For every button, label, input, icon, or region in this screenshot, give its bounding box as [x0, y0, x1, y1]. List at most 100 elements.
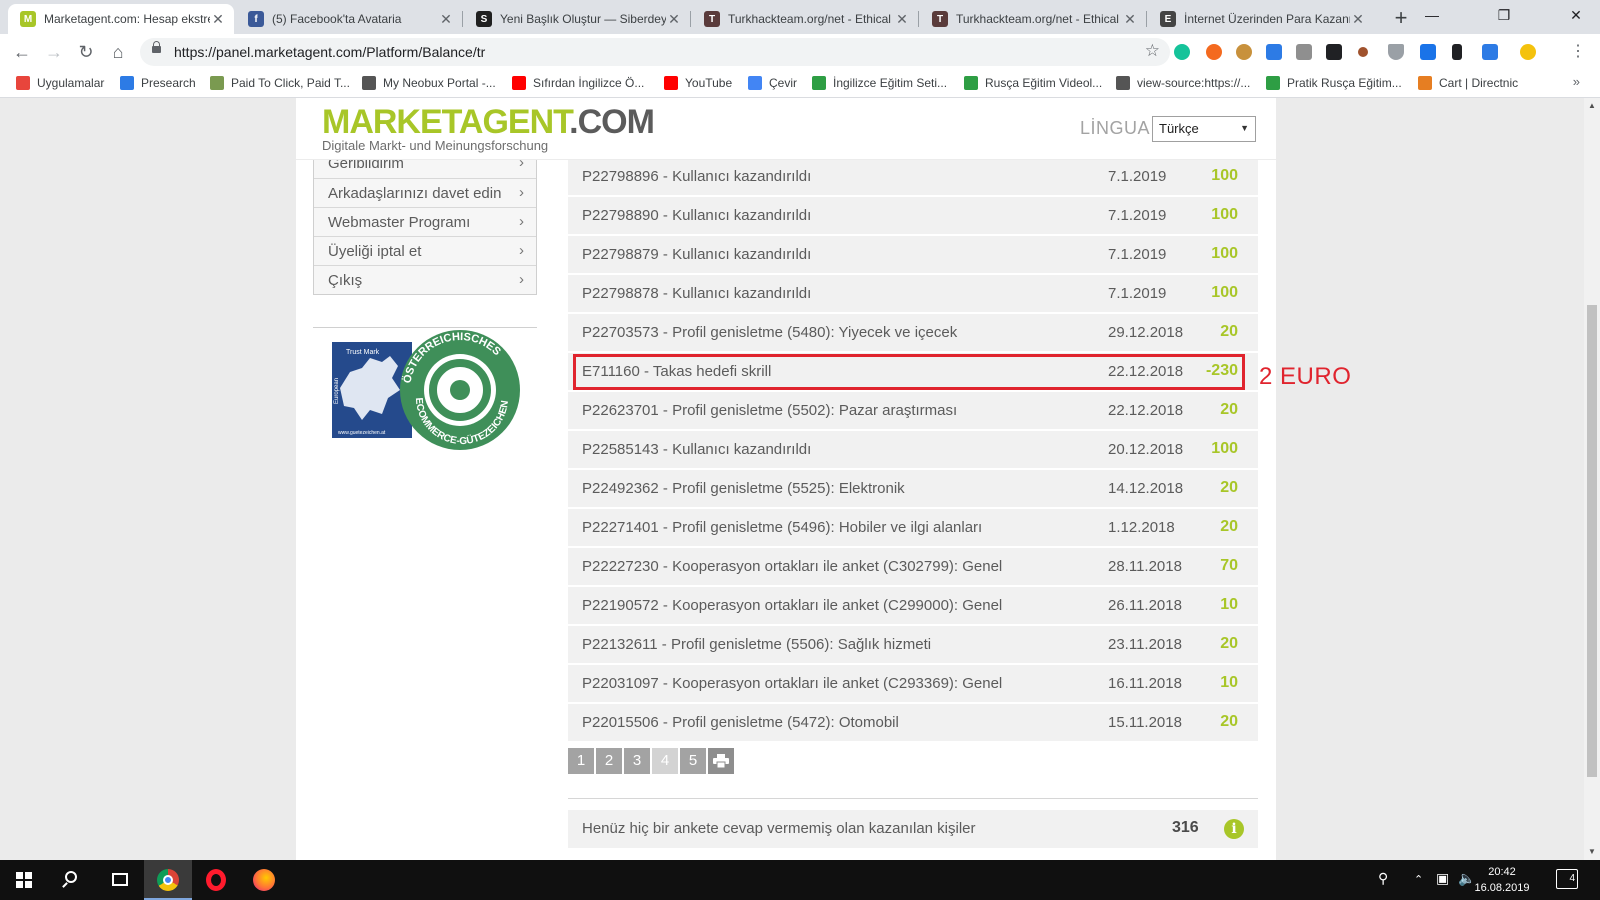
bookmark-item[interactable]: Paid To Click, Paid T...	[210, 76, 350, 90]
browser-tab[interactable]: M Marketagent.com: Hesap ekstresi ✕	[8, 4, 234, 34]
bookmark-favicon-icon	[1418, 76, 1432, 90]
chevron-right-icon: ›	[519, 271, 524, 288]
language-select[interactable]: Türkçe ▼	[1152, 116, 1256, 142]
restore-button[interactable]: ❐	[1480, 0, 1528, 32]
tab-close-icon[interactable]: ✕	[438, 11, 454, 28]
browser-toolbar: ← → ↻ ⌂ https://panel.marketagent.com/Pl…	[0, 34, 1600, 70]
forward-arrow-icon[interactable]: →	[42, 40, 66, 64]
code-extension-icon[interactable]	[1296, 44, 1312, 60]
scroll-up-arrow-icon[interactable]: ▲	[1584, 98, 1600, 114]
scroll-thumb[interactable]	[1587, 305, 1597, 777]
scroll-down-arrow-icon[interactable]: ▼	[1584, 844, 1600, 860]
link-extension-icon[interactable]	[1420, 44, 1436, 60]
tab-title: İnternet Üzerinden Para Kazanma	[1184, 12, 1350, 26]
tab-close-icon[interactable]: ✕	[1350, 11, 1366, 28]
lightbulb-extension-icon[interactable]	[1520, 44, 1536, 60]
grammarly-extension-icon[interactable]	[1174, 44, 1190, 60]
firefox-taskbar-icon[interactable]	[240, 860, 288, 900]
extension-icon[interactable]	[1206, 44, 1222, 60]
bookmark-item[interactable]: Presearch	[120, 76, 196, 90]
g-extension-icon[interactable]	[1326, 44, 1342, 60]
opera-taskbar-icon[interactable]	[192, 860, 240, 900]
clock-time: 20:42	[1488, 866, 1516, 878]
chrome-taskbar-icon[interactable]	[144, 860, 192, 900]
sidebar-item[interactable]: Üyeliği iptal et ›	[314, 236, 536, 265]
sidebar-item[interactable]: Çıkış ›	[314, 265, 536, 294]
tab-close-icon[interactable]: ✕	[1122, 11, 1138, 28]
bookmark-favicon-icon	[210, 76, 224, 90]
notification-center-icon[interactable]: 4	[1556, 869, 1578, 889]
iq-extension-icon[interactable]	[1266, 44, 1282, 60]
transaction-points: 10	[1220, 674, 1238, 691]
back-arrow-icon[interactable]: ←	[10, 40, 34, 64]
bookmark-star-icon[interactable]: ☆	[1145, 41, 1160, 61]
start-button[interactable]	[0, 860, 48, 900]
browser-tab[interactable]: T Turkhackteam.org/net - Ethical ✕	[692, 4, 918, 34]
transaction-row: P22798896 - Kullanıcı kazandırıldı 7.1.20…	[568, 158, 1258, 195]
lock-icon[interactable]	[152, 41, 161, 53]
summary-label: Henüz hiç bir ankete cevap vermemiş olan…	[582, 820, 976, 837]
browser-tab[interactable]: E İnternet Üzerinden Para Kazanma ✕	[1148, 4, 1374, 34]
language-label: LİNGUA	[1080, 118, 1151, 138]
bookmark-item[interactable]: İngilizce Eğitim Seti...	[812, 76, 947, 90]
bookmark-item[interactable]: Cart | Directnic	[1418, 76, 1518, 90]
summary-value: 316	[1172, 819, 1199, 836]
shield-extension-icon[interactable]	[1388, 44, 1404, 60]
bookmark-label: Cart | Directnic	[1439, 76, 1519, 90]
search-icon[interactable]	[48, 860, 96, 900]
bookmark-item[interactable]: My Neobux Portal -...	[362, 76, 496, 90]
bookmark-item[interactable]: Çevir	[748, 76, 797, 90]
transaction-list: P22798896 - Kullanıcı kazandırıldı 7.1.20…	[568, 158, 1258, 743]
transaction-date: 28.11.2018	[1108, 558, 1182, 575]
task-view-icon[interactable]	[96, 860, 144, 900]
bookmarks-bar: Uygulamalar Presearch Paid To Click, Paid …	[0, 70, 1600, 98]
bookmark-item[interactable]: Pratik Rusça Eğitim...	[1266, 76, 1402, 90]
bookmarks-overflow-icon[interactable]: »	[1573, 74, 1580, 89]
sidebar-item[interactable]: Webmaster Programı ›	[314, 207, 536, 236]
euro-annotation: 2 EURO	[1259, 363, 1352, 390]
taskbar-clock[interactable]: 20:42 16.08.2019	[1462, 864, 1542, 896]
tab-title: Yeni Başlık Oluştur — Siberdeyim	[500, 12, 666, 26]
bookmark-label: view-source:https://...	[1137, 76, 1251, 90]
extension-icon[interactable]	[1452, 44, 1462, 60]
people-icon[interactable]: ⚲	[1378, 870, 1388, 887]
page-button[interactable]: 1	[568, 748, 594, 774]
tab-close-icon[interactable]: ✕	[894, 11, 910, 28]
transaction-date: 7.1.2019	[1108, 207, 1167, 224]
url-text[interactable]: https://panel.marketagent.com/Platform/B…	[174, 44, 485, 60]
tray-expand-icon[interactable]: ⌃	[1414, 873, 1423, 886]
bookmark-item[interactable]: Rusça Eğitim Videol...	[964, 76, 1102, 90]
transaction-date: 15.11.2018	[1108, 714, 1182, 731]
presearch-extension-icon[interactable]	[1482, 44, 1498, 60]
bookmark-item[interactable]: view-source:https://...	[1116, 76, 1250, 90]
sidebar-item[interactable]: Arkadaşlarınızı davet edin ›	[314, 178, 536, 207]
page-button[interactable]: 4	[652, 748, 678, 774]
print-icon[interactable]	[708, 748, 734, 774]
page-button[interactable]: 5	[680, 748, 706, 774]
page-button[interactable]: 3	[624, 748, 650, 774]
cookie-extension-icon[interactable]	[1236, 44, 1252, 60]
tab-close-icon[interactable]: ✕	[666, 11, 682, 28]
home-icon[interactable]: ⌂	[106, 40, 130, 64]
close-window-button[interactable]: ✕	[1552, 0, 1600, 32]
extension-icon[interactable]	[1358, 47, 1368, 57]
browser-tab[interactable]: f (5) Facebook'ta Avataria ✕	[236, 4, 462, 34]
bookmark-item[interactable]: Sıfırdan İngilizce Ö...	[512, 76, 644, 90]
page-scrollbar[interactable]: ▲ ▼	[1584, 98, 1600, 860]
site-logo[interactable]: MARKETAGENT.COM	[322, 103, 655, 141]
minimize-button[interactable]: —	[1408, 0, 1456, 32]
menu-icon[interactable]: ⋮	[1566, 40, 1590, 64]
tab-close-icon[interactable]: ✕	[210, 11, 226, 28]
reload-icon[interactable]: ↻	[74, 40, 98, 64]
bookmark-item[interactable]: YouTube	[664, 76, 732, 90]
network-icon[interactable]: ▣	[1436, 870, 1449, 887]
tab-title: Marketagent.com: Hesap ekstresi	[44, 12, 210, 26]
transaction-description: P22585143 - Kullanıcı kazandırıldı	[582, 441, 812, 458]
browser-tab[interactable]: T Turkhackteam.org/net - Ethical ✕	[920, 4, 1146, 34]
bookmark-item[interactable]: Uygulamalar	[16, 76, 104, 90]
browser-tab[interactable]: S Yeni Başlık Oluştur — Siberdeyim ✕	[464, 4, 690, 34]
page-button[interactable]: 2	[596, 748, 622, 774]
info-icon[interactable]: i	[1224, 819, 1244, 839]
address-bar[interactable]: https://panel.marketagent.com/Platform/B…	[140, 38, 1170, 66]
logo-text: MARKETAGENT	[322, 103, 570, 141]
